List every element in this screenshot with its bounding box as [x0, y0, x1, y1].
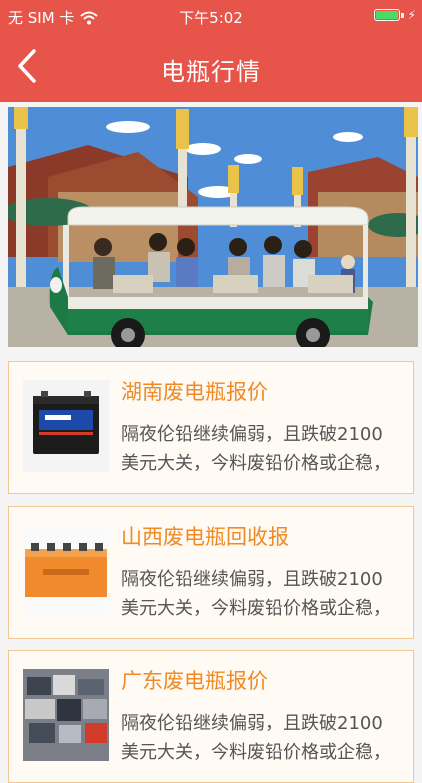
news-title: 湖南废电瓶报价	[121, 380, 268, 404]
industrial-battery-icon	[23, 525, 109, 617]
nav-bar: 电瓶行情	[0, 32, 422, 102]
battery-icon	[374, 9, 400, 21]
news-card[interactable]: 湖南废电瓶报价 隔夜伦铅继续偏弱，且跌破2100 美元大关，今料废铅价格或企稳，	[8, 361, 414, 494]
banner-image[interactable]	[8, 107, 418, 347]
news-summary: 隔夜伦铅继续偏弱，且跌破2100 美元大关，今料废铅价格或企稳，	[121, 709, 405, 767]
news-summary-line: 隔夜伦铅继续偏弱，且跌破2100	[121, 713, 383, 734]
status-time: 下午5:02	[179, 9, 243, 27]
battery-thumbnail	[23, 669, 109, 761]
news-title: 广东废电瓶报价	[121, 669, 268, 693]
news-summary-line: 隔夜伦铅继续偏弱，且跌破2100	[121, 569, 383, 590]
battery-pile-icon	[23, 669, 109, 761]
news-summary-line: 美元大关，今料废铅价格或企稳，	[121, 453, 391, 474]
status-bar: 无 SIM 卡 下午5:02 ⚡	[0, 0, 422, 32]
news-card[interactable]: 山西废电瓶回收报 隔夜伦铅继续偏弱，且跌破2100 美元大关，今料废铅价格或企稳…	[8, 506, 414, 639]
news-title: 山西废电瓶回收报	[121, 525, 289, 549]
page-title: 电瓶行情	[161, 58, 261, 86]
battery-thumbnail	[23, 380, 109, 472]
news-summary: 隔夜伦铅继续偏弱，且跌破2100 美元大关，今料废铅价格或企稳，	[121, 565, 405, 623]
news-summary-line: 美元大关，今料废铅价格或企稳，	[121, 598, 391, 619]
electric-cart-illustration	[8, 107, 418, 347]
battery-thumbnail	[23, 525, 109, 617]
news-summary: 隔夜伦铅继续偏弱，且跌破2100 美元大关，今料废铅价格或企稳，	[121, 420, 405, 478]
news-summary-line: 美元大关，今料废铅价格或企稳，	[121, 742, 391, 763]
charging-icon: ⚡	[407, 8, 416, 22]
news-summary-line: 隔夜伦铅继续偏弱，且跌破2100	[121, 424, 383, 445]
battery-tip	[401, 13, 404, 18]
car-battery-icon	[23, 380, 109, 472]
news-card[interactable]: 广东废电瓶报价 隔夜伦铅继续偏弱，且跌破2100 美元大关，今料废铅价格或企稳，	[8, 650, 414, 783]
